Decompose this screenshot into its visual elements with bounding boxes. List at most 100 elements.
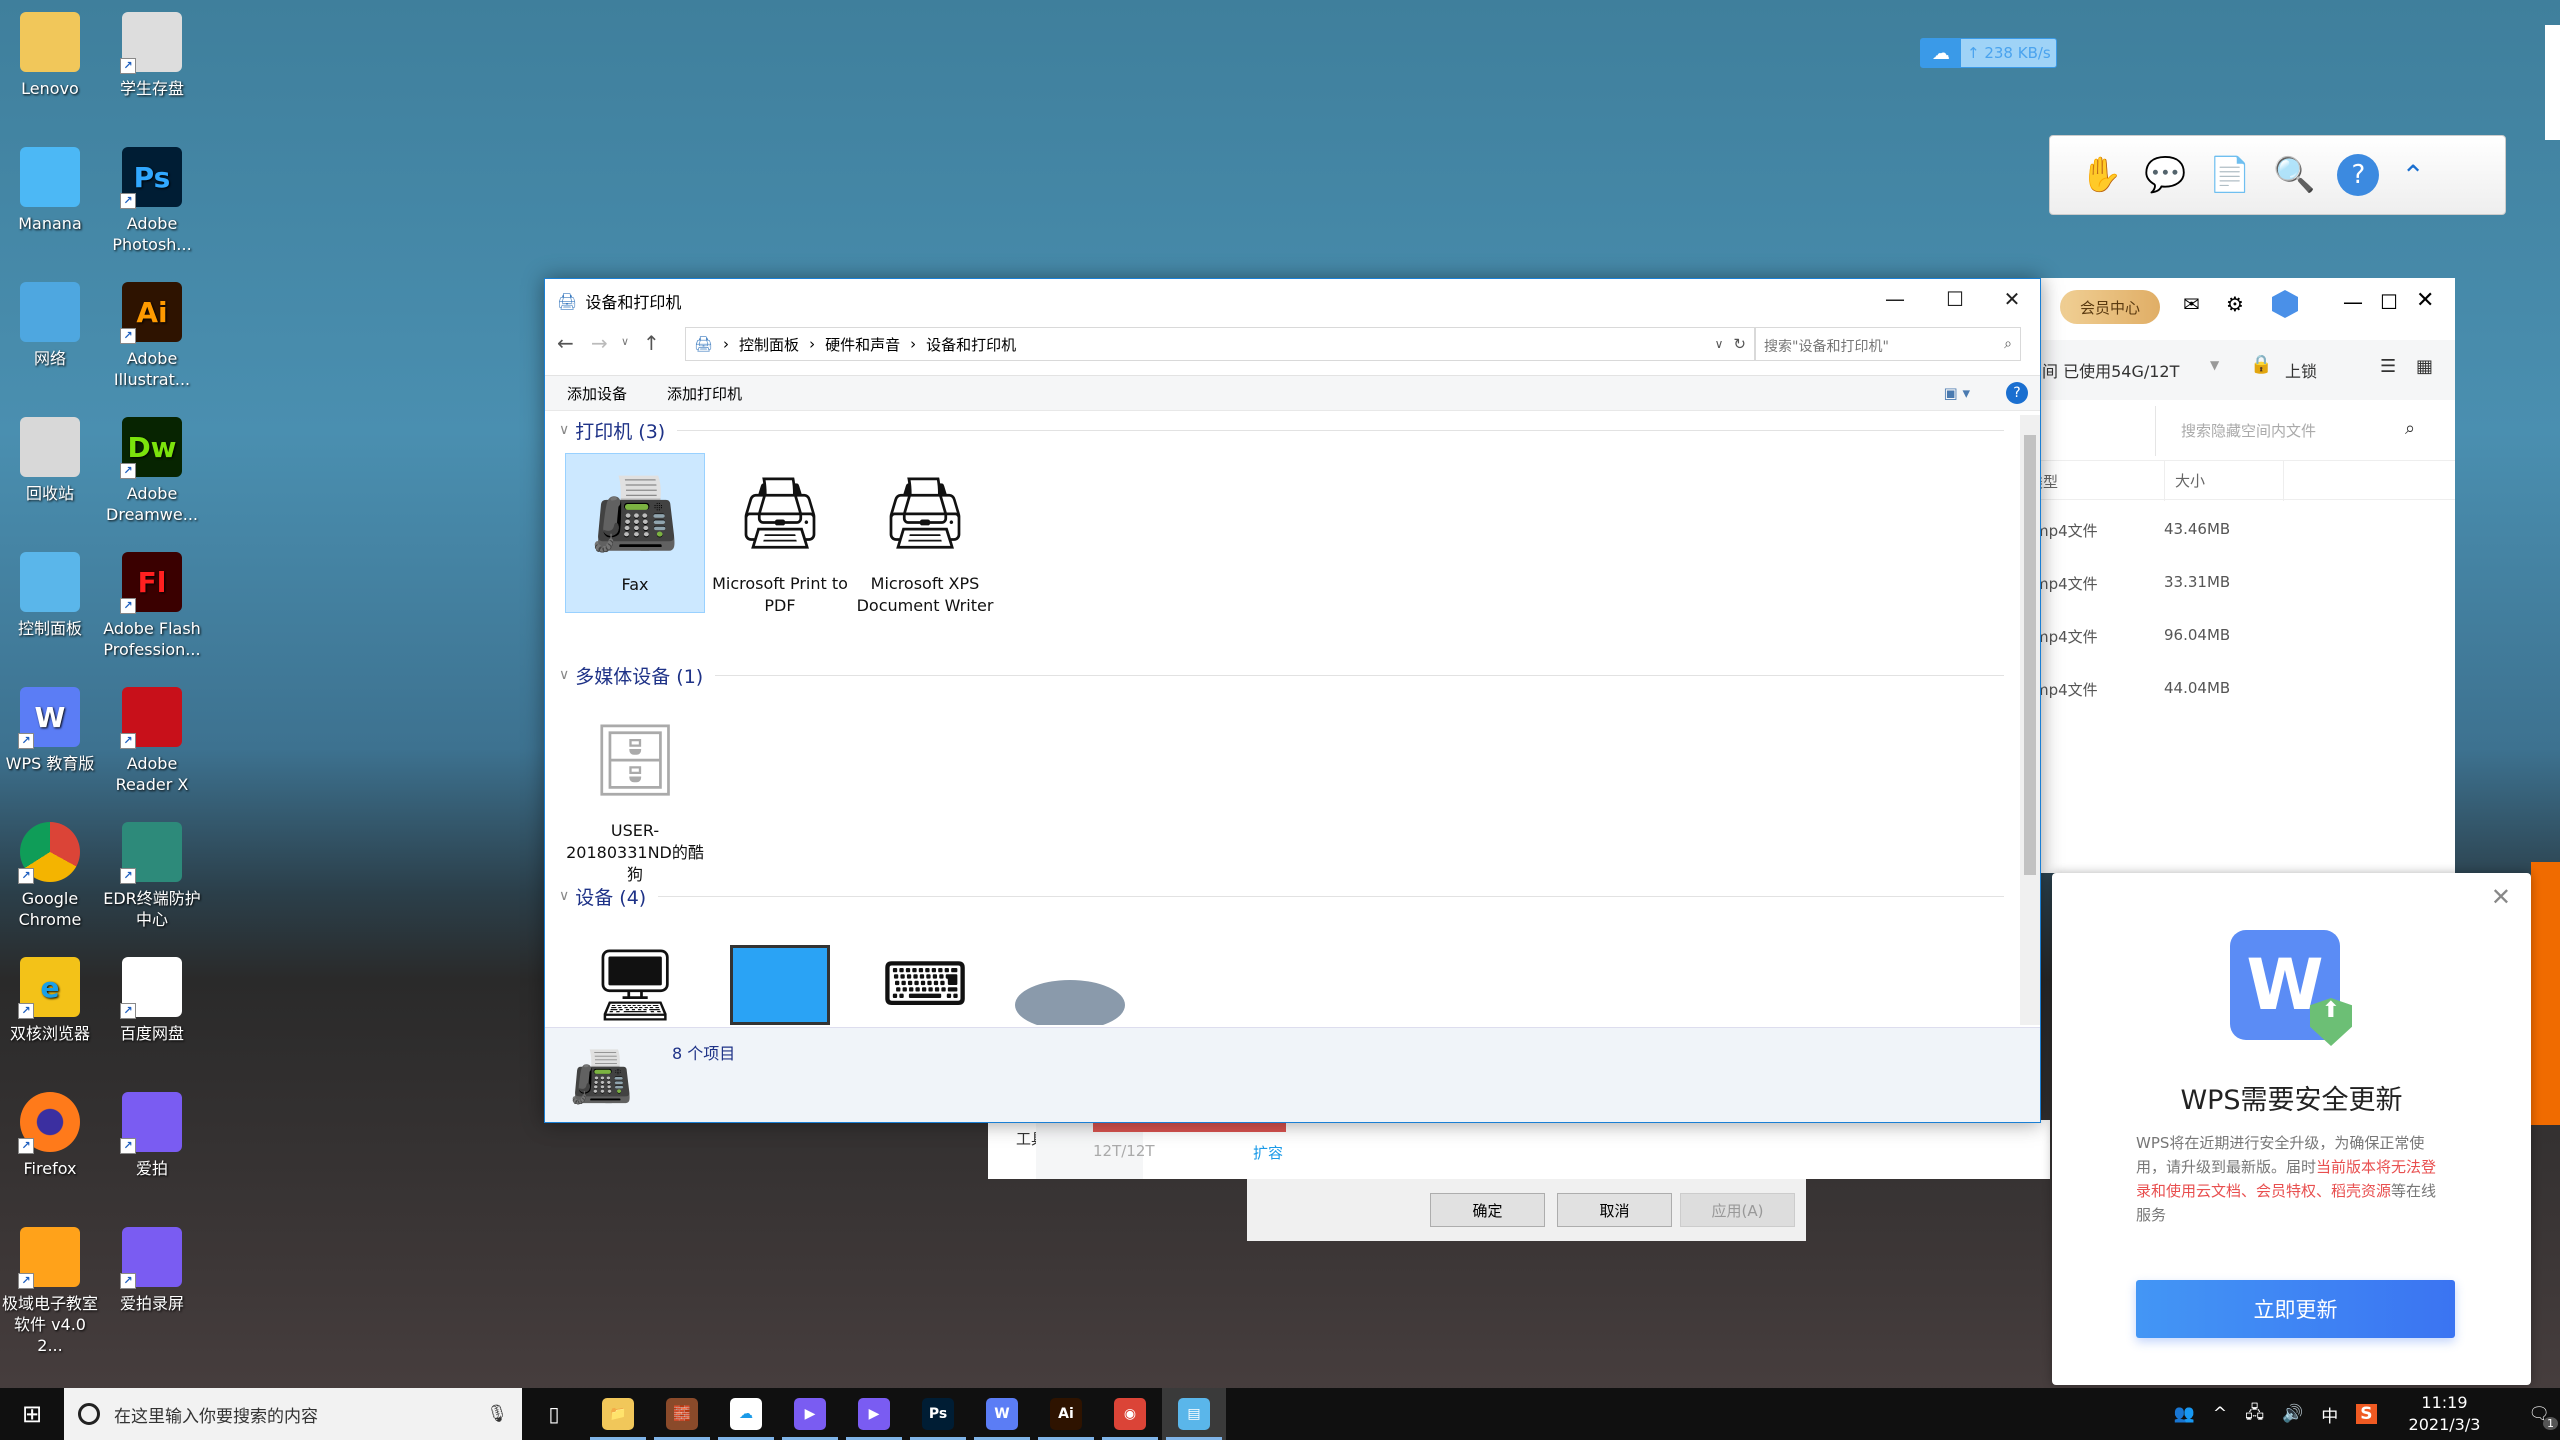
network-icon[interactable]: 🖧 bbox=[2245, 1400, 2264, 1429]
device-fax[interactable]: 📠 Fax bbox=[565, 453, 705, 613]
action-center-icon[interactable]: 🗨 1 bbox=[2528, 1404, 2558, 1430]
file-row[interactable]: mp4文件 44.04MB bbox=[2034, 665, 2455, 715]
sogou-icon[interactable]: S bbox=[2356, 1404, 2377, 1424]
taskbar-app[interactable]: Ps bbox=[906, 1388, 970, 1440]
crumb-devices-printers[interactable]: 设备和打印机 bbox=[926, 334, 1016, 355]
device-xps-writer[interactable]: 🖨 Microsoft XPS Document Writer bbox=[855, 453, 995, 617]
taskbar-app[interactable]: ☁ bbox=[714, 1388, 778, 1440]
microphone-icon[interactable]: 🎙 bbox=[486, 1404, 508, 1424]
breadcrumb[interactable]: 🖨 › 控制面板 › 硬件和声音 › 设备和打印机 ∨ ↻ bbox=[685, 327, 1755, 361]
mail-icon[interactable]: ✉ bbox=[2183, 292, 2200, 316]
desktop-icon[interactable]: ↗ Firefox bbox=[0, 1092, 100, 1179]
taskbar-app[interactable]: ▶ bbox=[842, 1388, 906, 1440]
col-size[interactable]: 大小 bbox=[2164, 461, 2284, 501]
desktop-icon[interactable]: e ↗ 双核浏览器 bbox=[0, 957, 100, 1044]
desktop-icon[interactable]: 控制面板 bbox=[0, 552, 100, 639]
maximize-button[interactable]: ☐ bbox=[1925, 279, 1985, 319]
refresh-icon[interactable]: ↻ bbox=[1733, 335, 1746, 353]
desktop-icon[interactable]: W ↗ WPS 教育版 bbox=[0, 687, 100, 774]
maximize-button[interactable]: ☐ bbox=[2380, 290, 2398, 314]
cancel-button[interactable]: 取消 bbox=[1557, 1193, 1672, 1227]
forward-icon[interactable]: → bbox=[591, 331, 608, 355]
desktop-icon[interactable]: ↗ 爱拍录屏 bbox=[102, 1227, 202, 1314]
expand-link[interactable]: 扩容 bbox=[1253, 1142, 1283, 1163]
desktop-icon[interactable]: Ai ↗ Adobe Illustrat... bbox=[102, 282, 202, 390]
desktop-icon[interactable]: ↗ 百度网盘 bbox=[102, 957, 202, 1044]
taskbar-app[interactable]: ◉ bbox=[1098, 1388, 1162, 1440]
device-media-server[interactable]: 🗄 USER-20180331ND的酷狗 bbox=[565, 700, 705, 886]
taskbar-search[interactable]: 在这里输入你要搜索的内容 🎙 bbox=[64, 1388, 522, 1440]
taskbar-app[interactable]: Ai bbox=[1034, 1388, 1098, 1440]
search-input[interactable]: 搜索"设备和打印机" ⌕ bbox=[1755, 327, 2021, 361]
device-keyboard[interactable]: ⌨ bbox=[855, 925, 995, 1025]
hand-icon[interactable]: ✋ bbox=[2080, 155, 2122, 195]
desktop-icon[interactable]: Fl ↗ Adobe Flash Profession... bbox=[102, 552, 202, 660]
close-button[interactable]: ✕ bbox=[1982, 279, 2042, 319]
people-icon[interactable]: 👥 bbox=[2174, 1404, 2195, 1424]
taskbar-app[interactable]: 🧱 bbox=[650, 1388, 714, 1440]
device-mouse[interactable] bbox=[1000, 925, 1140, 1025]
vip-center-button[interactable]: 会员中心 bbox=[2060, 290, 2160, 324]
settings-icon[interactable]: ⚙ bbox=[2226, 292, 2244, 316]
group-multimedia[interactable]: ∨ 多媒体设备 (1) bbox=[559, 660, 2004, 690]
desktop-icon[interactable]: ↗ EDR终端防护中心 bbox=[102, 822, 202, 930]
help-icon[interactable]: ? bbox=[2006, 382, 2028, 404]
sort-icon[interactable]: ☰ bbox=[2380, 356, 2396, 377]
desktop-icon[interactable]: ↗ 爱拍 bbox=[102, 1092, 202, 1179]
desktop-icon[interactable]: 网络 bbox=[0, 282, 100, 369]
group-devices[interactable]: ∨ 设备 (4) bbox=[559, 881, 2004, 911]
taskbar-app[interactable]: 📁 bbox=[586, 1388, 650, 1440]
view-options-icon[interactable]: ▣ ▾ bbox=[1944, 384, 1970, 402]
ok-button[interactable]: 确定 bbox=[1430, 1193, 1545, 1227]
clock[interactable]: 11:19 2021/3/3 bbox=[2409, 1392, 2481, 1436]
start-button[interactable]: ⊞ bbox=[0, 1400, 64, 1428]
desktop-icon[interactable]: Dw ↗ Adobe Dreamwe... bbox=[102, 417, 202, 525]
search-icon[interactable]: ⌕ bbox=[2405, 418, 2415, 439]
netdisk-speed-badge[interactable]: ☁ ↑ 238 KB/s bbox=[1920, 38, 2057, 68]
taskbar-app[interactable]: W bbox=[970, 1388, 1034, 1440]
file-row[interactable]: mp4文件 96.04MB bbox=[2034, 612, 2455, 662]
usage-text[interactable]: 间 已使用54G/12T bbox=[2042, 358, 2179, 382]
file-row[interactable]: mp4文件 43.46MB bbox=[2034, 506, 2455, 556]
recent-dropdown-icon[interactable]: ∨ bbox=[621, 335, 629, 348]
crumb-control-panel[interactable]: 控制面板 bbox=[739, 334, 799, 355]
document-send-icon[interactable]: 📄 bbox=[2209, 155, 2251, 195]
up-icon[interactable]: ↑ bbox=[643, 331, 660, 355]
document-search-icon[interactable]: 🔍 bbox=[2273, 155, 2315, 195]
vip-badge-icon[interactable] bbox=[2272, 290, 2298, 318]
desktop-icon[interactable]: ↗ Adobe Reader X bbox=[102, 687, 202, 795]
add-device-button[interactable]: 添加设备 bbox=[567, 383, 627, 404]
file-row[interactable]: mp4文件 33.31MB bbox=[2034, 559, 2455, 609]
comment-icon[interactable]: 💬 bbox=[2144, 155, 2186, 195]
taskbar-app[interactable]: ▤ bbox=[1162, 1388, 1226, 1440]
show-hidden-icons[interactable]: ^ bbox=[2213, 1404, 2227, 1424]
desktop-icon[interactable]: ↗ Google Chrome bbox=[0, 822, 100, 930]
desktop-icon[interactable]: ↗ 极域电子教室软件 v4.0 2... bbox=[0, 1227, 100, 1356]
address-dropdown-icon[interactable]: ∨ bbox=[1715, 337, 1724, 351]
device-computer[interactable]: 🖥 bbox=[565, 925, 705, 1025]
grid-view-icon[interactable]: ▦ bbox=[2416, 356, 2433, 377]
volume-icon[interactable]: 🔊 bbox=[2282, 1404, 2303, 1424]
group-printers[interactable]: ∨ 打印机 (3) bbox=[559, 415, 2004, 445]
task-view-button[interactable]: ▯ bbox=[522, 1388, 586, 1440]
back-icon[interactable]: ← bbox=[557, 331, 574, 355]
device-monitor[interactable] bbox=[710, 925, 850, 1025]
apply-button[interactable]: 应用(A) bbox=[1680, 1193, 1795, 1227]
update-now-button[interactable]: 立即更新 bbox=[2136, 1280, 2455, 1338]
desktop-icon[interactable]: 回收站 bbox=[0, 417, 100, 504]
dropdown-icon[interactable]: ▼ bbox=[2210, 358, 2219, 372]
taskbar-app[interactable]: ▶ bbox=[778, 1388, 842, 1440]
collapse-icon[interactable]: ⌃ bbox=[2401, 159, 2424, 192]
desktop-icon[interactable]: Lenovo bbox=[0, 12, 100, 99]
lock-label[interactable]: 上锁 bbox=[2285, 358, 2317, 382]
add-printer-button[interactable]: 添加打印机 bbox=[667, 383, 742, 404]
desktop-icon[interactable]: Ps ↗ Adobe Photosh... bbox=[102, 147, 202, 255]
desktop-icon[interactable]: Manana bbox=[0, 147, 100, 234]
minimize-button[interactable]: — bbox=[1865, 279, 1925, 319]
help-icon[interactable]: ? bbox=[2337, 154, 2380, 196]
ime-indicator[interactable]: 中 bbox=[2321, 1402, 2338, 1427]
device-print-to-pdf[interactable]: 🖨 Microsoft Print to PDF bbox=[710, 453, 850, 617]
close-button[interactable]: ✕ bbox=[2416, 288, 2434, 313]
lock-icon[interactable]: 🔒 bbox=[2250, 354, 2272, 375]
desktop-icon[interactable]: ↗ 学生存盘 bbox=[102, 12, 202, 99]
